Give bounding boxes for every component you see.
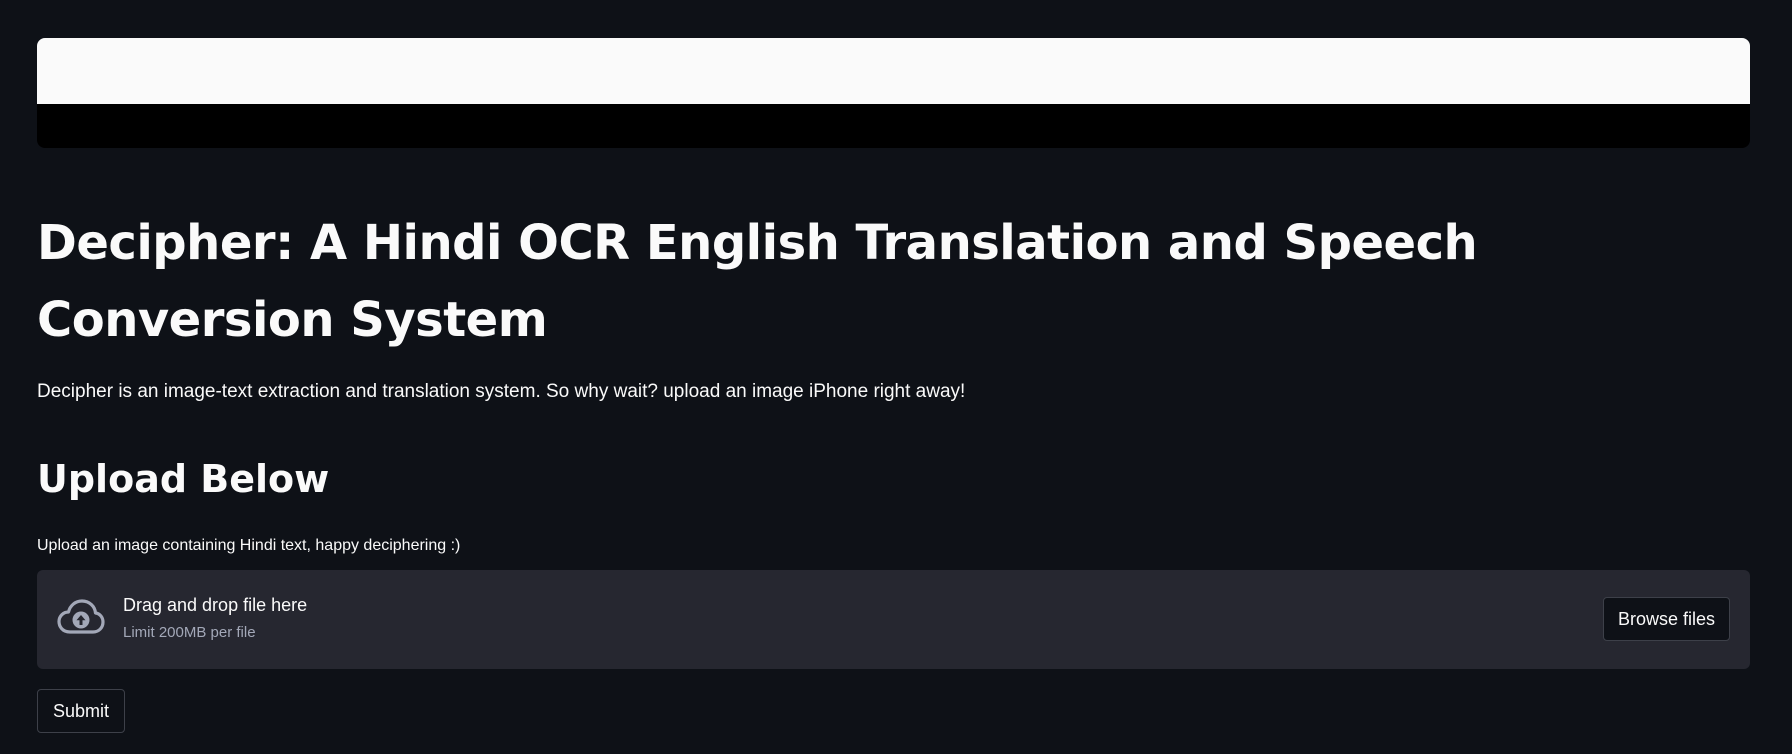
page-title: Decipher: A Hindi OCR English Translatio… xyxy=(37,215,1478,348)
header-banner-image xyxy=(37,38,1750,148)
upload-subheader: Upload Below xyxy=(37,457,330,501)
page-description: Decipher is an image-text extraction and… xyxy=(37,381,966,402)
banner-bottom-band xyxy=(37,104,1750,148)
dropzone-main-text: Drag and drop file here xyxy=(123,595,308,615)
submit-button[interactable]: Submit xyxy=(37,689,126,733)
dropzone-instructions: Drag and drop file here Limit 200MB per … xyxy=(123,593,307,643)
browse-files-button[interactable]: Browse files xyxy=(1602,597,1730,641)
app-page: Decipher: A Hindi OCR English Translatio… xyxy=(0,0,1792,754)
file-dropzone[interactable]: Drag and drop file here Limit 200MB per … xyxy=(37,570,1750,669)
cloud-upload-icon xyxy=(57,599,105,634)
dropzone-limit-text: Limit 200MB per file xyxy=(123,624,256,641)
file-uploader-label: Upload an image containing Hindi text, h… xyxy=(37,537,461,554)
banner-top-band xyxy=(37,38,1750,104)
